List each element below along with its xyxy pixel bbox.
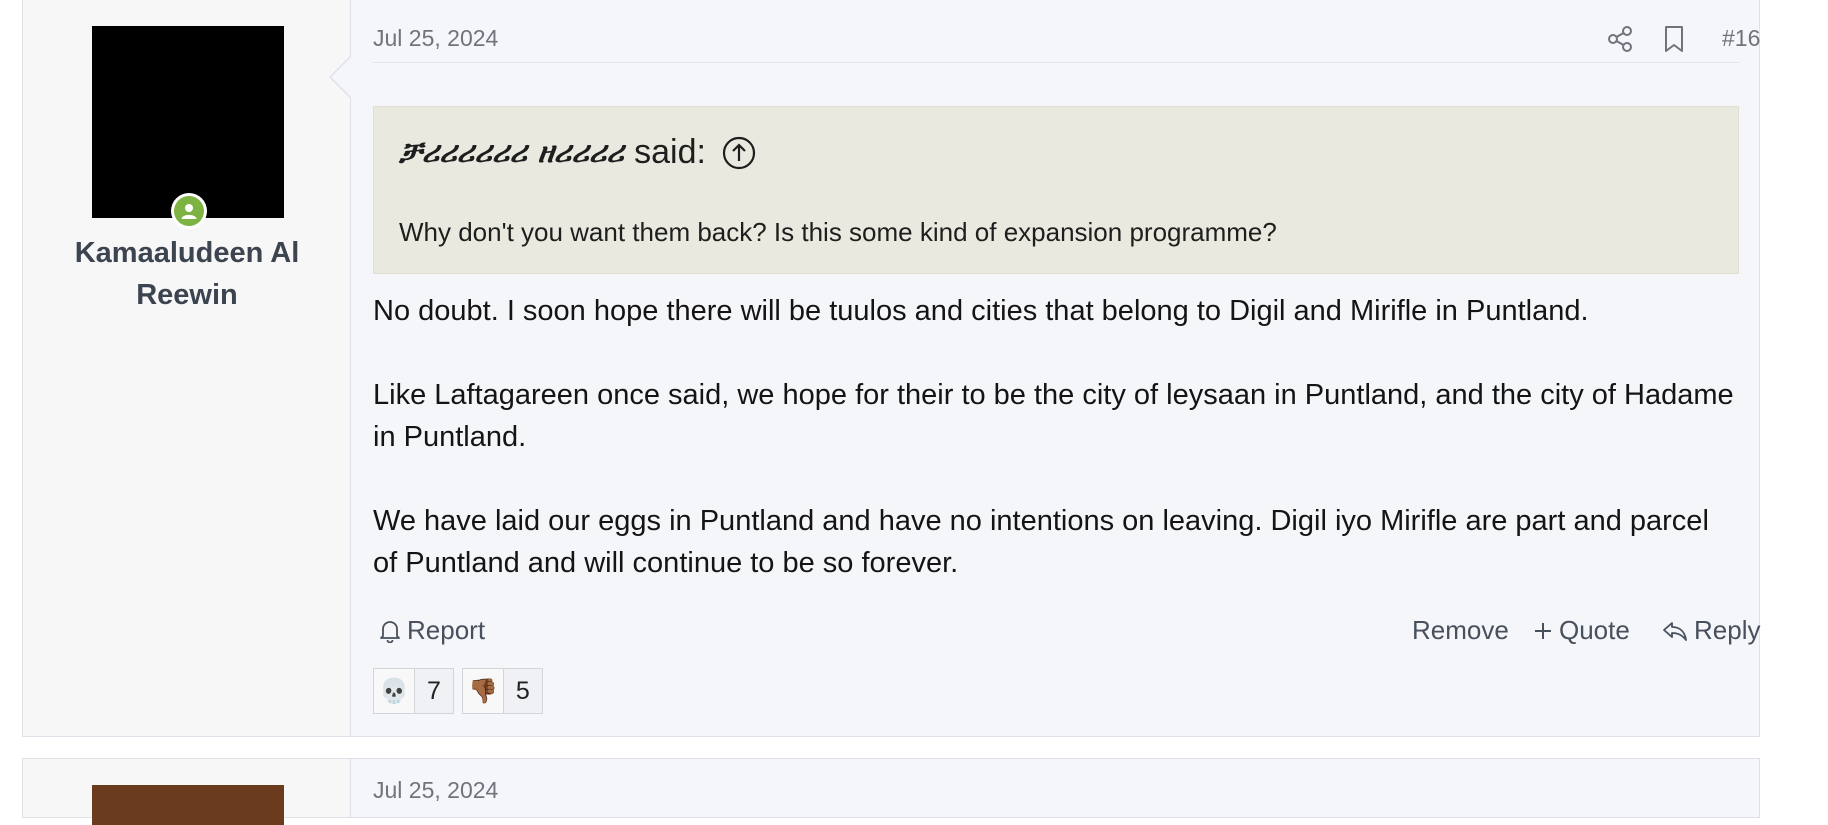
post-actions: Report Remove Quote Reply bbox=[373, 615, 1760, 655]
thumbs-down-icon: 👎🏾 bbox=[462, 669, 504, 713]
forum-post: Kamaaludeen Al Reewin Jul 25, 2024 #16 ቻ… bbox=[22, 0, 1760, 737]
message-arrow bbox=[329, 55, 352, 99]
bell-icon bbox=[380, 620, 400, 643]
post-date[interactable]: Jul 25, 2024 bbox=[373, 25, 498, 52]
avatar[interactable] bbox=[92, 26, 284, 218]
reaction-thumbs-down[interactable]: 👎🏾 5 bbox=[461, 668, 543, 714]
body-paragraph: No doubt. I soon hope there will be tuul… bbox=[373, 295, 1589, 327]
message-meta: Jul 25, 2024 #16 bbox=[373, 18, 1760, 63]
post-date[interactable]: Jul 25, 2024 bbox=[373, 777, 498, 804]
remove-label: Remove bbox=[1412, 615, 1509, 645]
bookmark-icon[interactable] bbox=[1660, 24, 1688, 54]
quote-author[interactable]: ቻሪሪሪሪሪሪ ዘሪሪሪሪ bbox=[399, 135, 624, 170]
reactions-bar: 💀 7 👎🏾 5 bbox=[373, 668, 543, 714]
avatar[interactable] bbox=[92, 785, 284, 825]
user-icon bbox=[181, 204, 197, 219]
quote-button[interactable]: Quote bbox=[1533, 615, 1630, 646]
reaction-skull[interactable]: 💀 7 bbox=[373, 668, 454, 714]
user-cell bbox=[23, 759, 351, 825]
forum-post-next: Jul 25, 2024 bbox=[22, 758, 1760, 825]
reply-label: Reply bbox=[1694, 615, 1761, 645]
reaction-count: 7 bbox=[427, 676, 441, 705]
online-status-badge bbox=[171, 193, 207, 229]
said-label: said: bbox=[634, 133, 706, 171]
user-cell: Kamaaludeen Al Reewin bbox=[23, 0, 351, 736]
body-paragraph: We have laid our eggs in Puntland and ha… bbox=[373, 505, 1709, 579]
reply-icon bbox=[1663, 621, 1687, 641]
username[interactable]: Kamaaludeen Al Reewin bbox=[23, 232, 351, 316]
quote-text: Why don't you want them back? Is this so… bbox=[399, 217, 1277, 247]
skull-icon: 💀 bbox=[374, 669, 415, 713]
reaction-count: 5 bbox=[515, 676, 530, 705]
share-icon[interactable] bbox=[1605, 24, 1635, 54]
body-paragraph: Like Laftagareen once said, we hope for … bbox=[373, 379, 1734, 453]
quote-label: Quote bbox=[1559, 615, 1630, 645]
post-body: No doubt. I soon hope there will be tuul… bbox=[373, 290, 1739, 626]
report-label: Report bbox=[407, 615, 486, 645]
post-number-link[interactable]: #16 bbox=[1722, 25, 1760, 52]
quote-header: ቻሪሪሪሪሪሪ ዘሪሪሪሪ said: bbox=[399, 133, 756, 172]
plus-icon bbox=[1535, 622, 1551, 639]
reply-button[interactable]: Reply bbox=[1662, 615, 1760, 646]
remove-button[interactable]: Remove bbox=[1412, 615, 1509, 646]
quote-block: ቻሪሪሪሪሪሪ ዘሪሪሪሪ said: Why don't you want t… bbox=[373, 106, 1739, 274]
report-button[interactable]: Report bbox=[379, 615, 485, 646]
arrow-up-circle-icon[interactable] bbox=[722, 136, 756, 170]
